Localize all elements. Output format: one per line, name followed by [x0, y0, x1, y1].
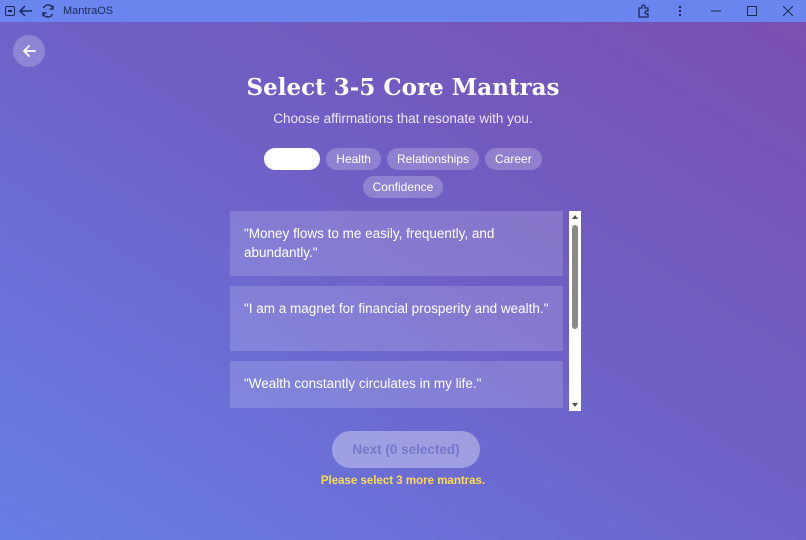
back-button[interactable] [13, 35, 45, 67]
page-title: Select 3-5 Core Mantras [246, 74, 560, 101]
page-subtitle: Choose affirmations that resonate with y… [273, 111, 533, 126]
scrollbar-thumb[interactable] [572, 225, 578, 329]
category-chip-career[interactable]: Career [485, 148, 542, 170]
category-chip-confidence[interactable]: Confidence [362, 176, 444, 198]
extensions-icon[interactable] [626, 0, 662, 22]
scroll-down-icon[interactable] [569, 399, 581, 411]
refresh-icon[interactable] [37, 0, 59, 22]
category-chip-relationships[interactable]: Relationships [386, 148, 480, 170]
app-icon [5, 6, 15, 16]
next-button[interactable]: Next (0 selected) [332, 431, 480, 468]
app-content: Select 3-5 Core Mantras Choose affirmati… [0, 22, 806, 540]
window-titlebar: MantraOS [0, 0, 806, 22]
window-title: MantraOS [63, 5, 114, 17]
mantra-list-scrollbar[interactable] [569, 211, 581, 411]
close-icon[interactable] [770, 0, 806, 22]
scroll-up-icon[interactable] [569, 211, 581, 223]
arrow-left-icon [23, 45, 36, 57]
category-chip-health[interactable]: Health [326, 148, 381, 170]
maximize-icon[interactable] [734, 0, 770, 22]
category-filters: Health Relationships Career Confidence [258, 148, 548, 198]
mantra-card[interactable]: "I am a magnet for financial prosperity … [230, 286, 563, 351]
minimize-icon[interactable] [698, 0, 734, 22]
mantra-card[interactable]: "Wealth constantly circulates in my life… [230, 361, 563, 408]
mantra-list[interactable]: "Money flows to me easily, frequently, a… [230, 211, 564, 408]
category-chip-active[interactable] [264, 148, 321, 170]
selection-warning: Please select 3 more mantras. [320, 475, 486, 487]
mantra-card[interactable]: "Money flows to me easily, frequently, a… [230, 211, 563, 276]
browser-back-icon[interactable] [15, 0, 37, 22]
more-options-icon[interactable] [662, 0, 698, 22]
